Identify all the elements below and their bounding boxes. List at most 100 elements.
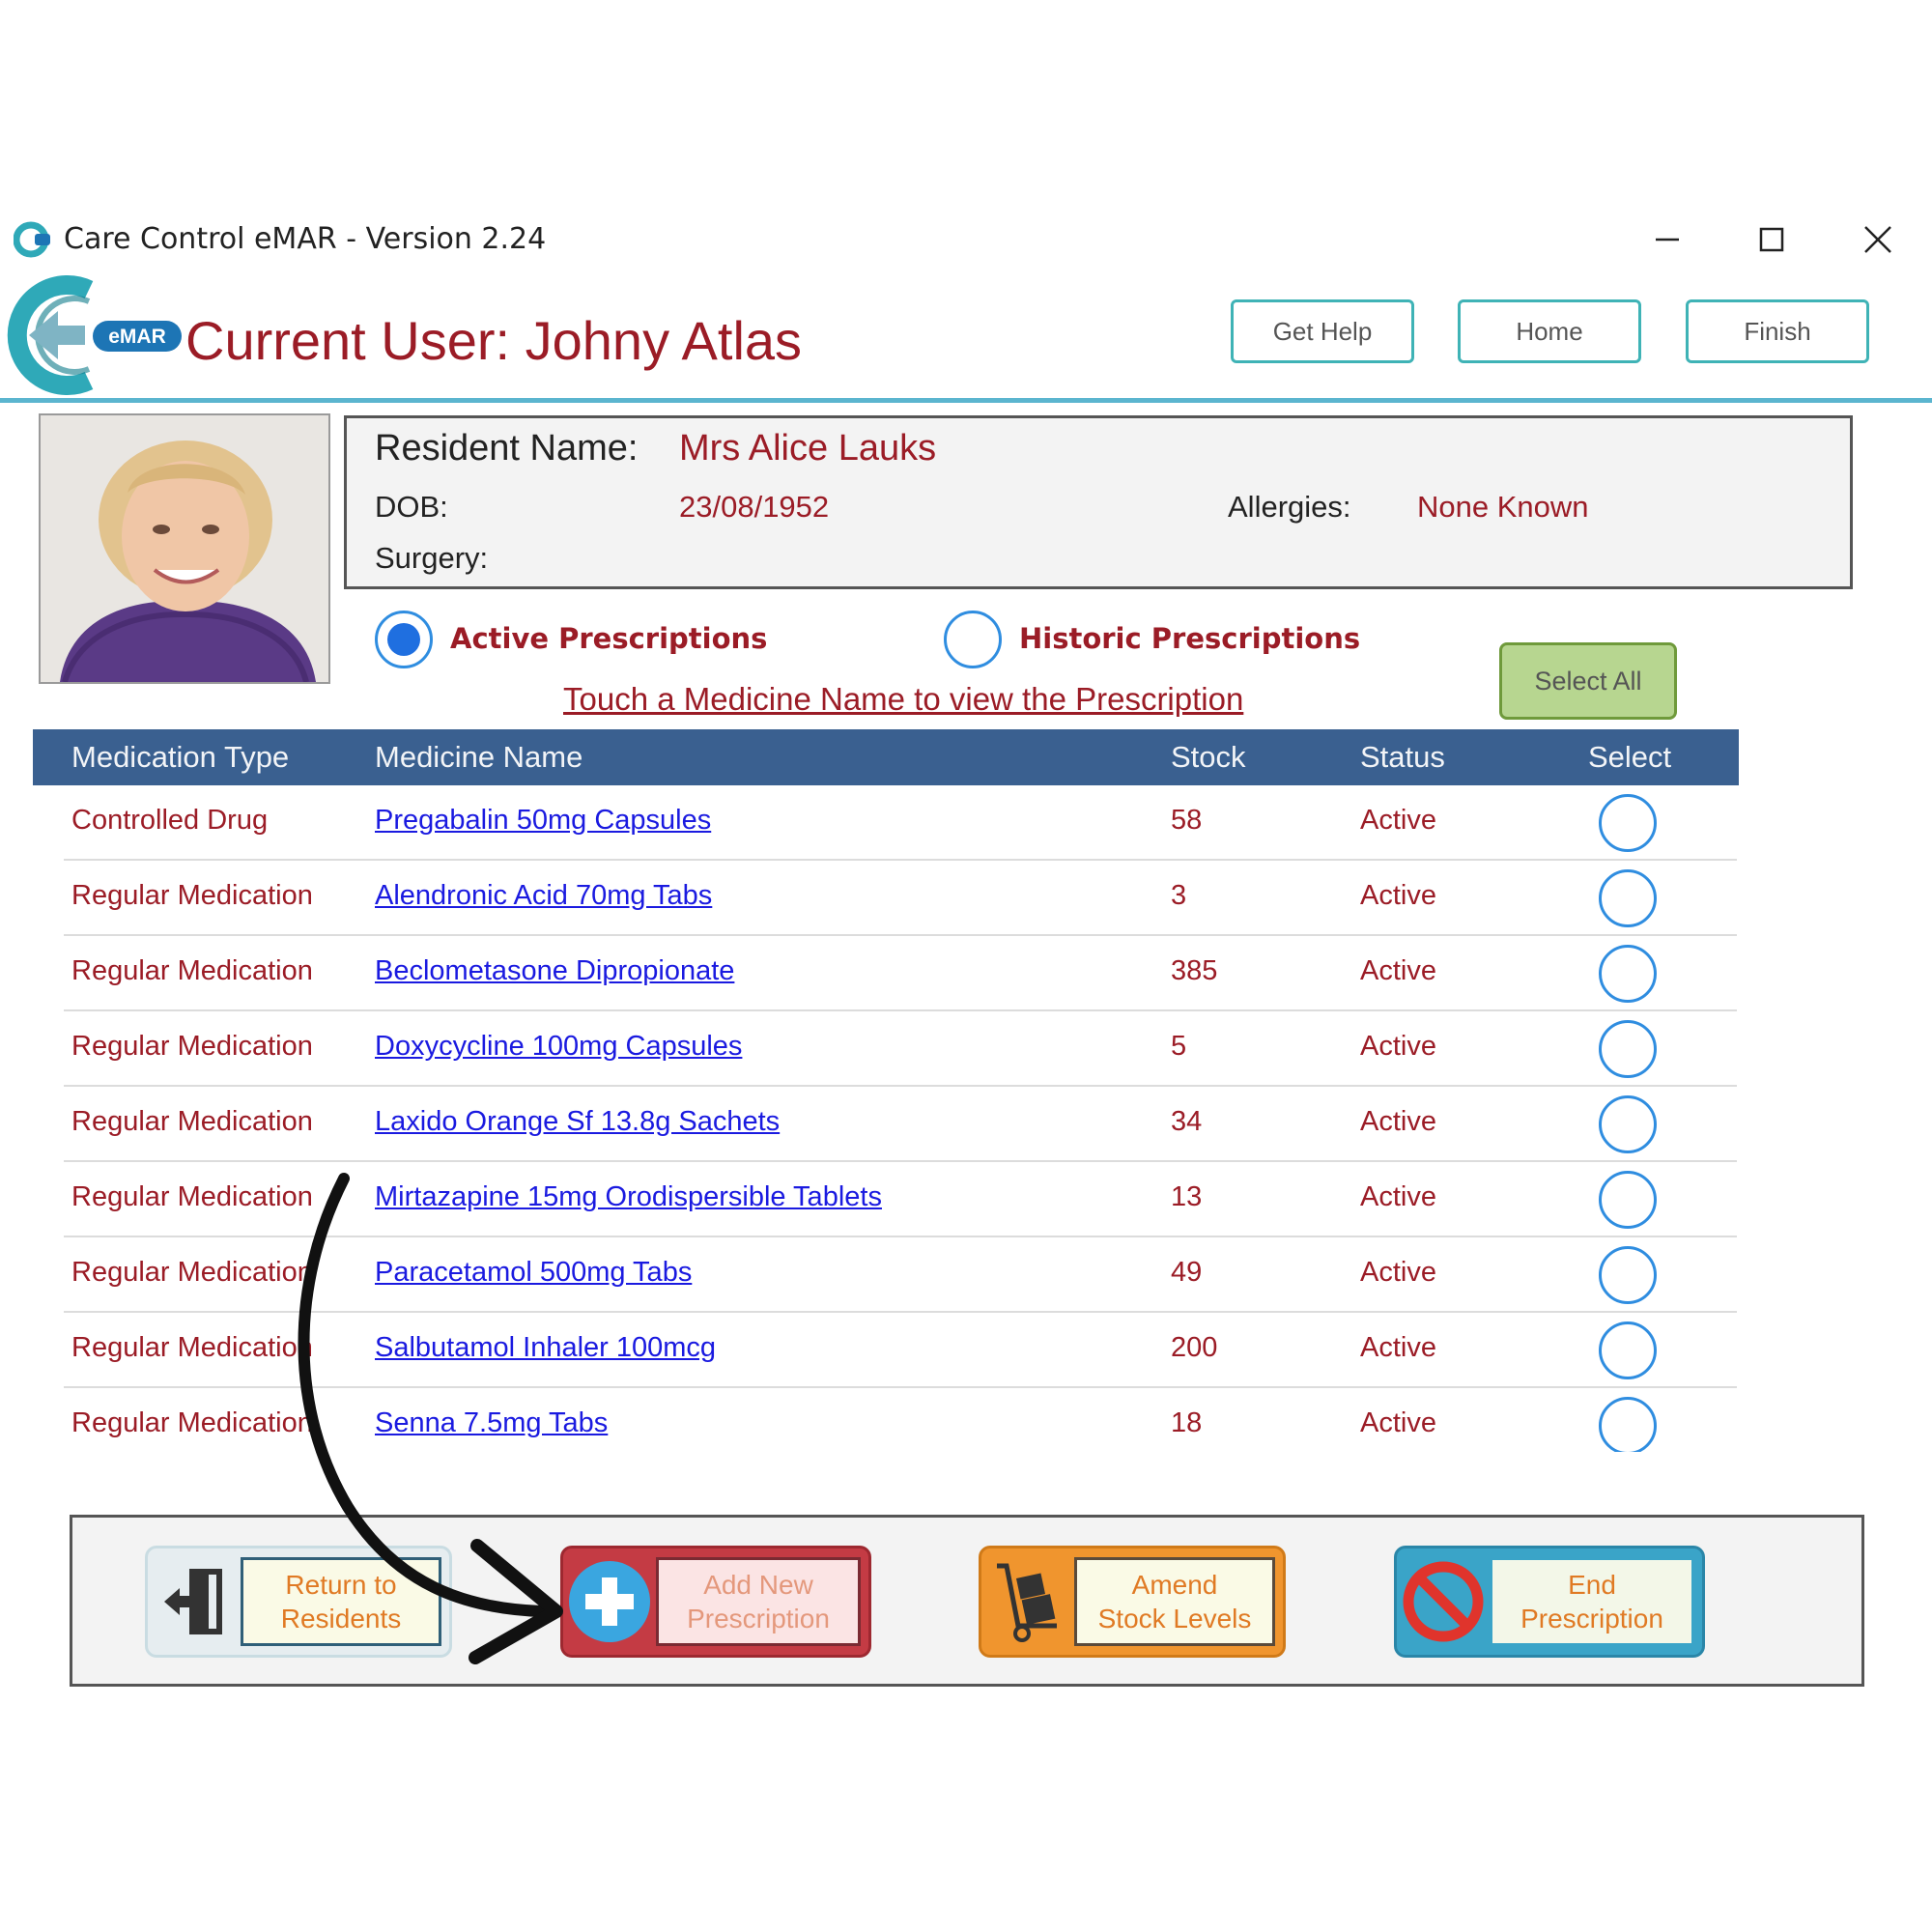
medication-type: Regular Medication (71, 1332, 313, 1363)
logo-badge-text: eMAR (108, 326, 166, 348)
minimize-button[interactable] (1642, 214, 1692, 265)
finish-button[interactable]: Finish (1686, 299, 1869, 363)
status-value: Active (1360, 1257, 1436, 1288)
column-header-name: Medicine Name (375, 740, 583, 774)
table-row: Regular Medication Salbutamol Inhaler 10… (64, 1313, 1737, 1388)
plus-circle-icon (563, 1548, 656, 1655)
row-select-radio[interactable] (1599, 1095, 1657, 1153)
stock-value: 13 (1171, 1181, 1203, 1212)
window-title: Care Control eMAR - Version 2.24 (64, 222, 547, 256)
return-button-label: Return to Residents (241, 1557, 441, 1646)
medication-type: Regular Medication (71, 1181, 313, 1212)
header-divider (0, 398, 1932, 403)
medicine-name-link[interactable]: Laxido Orange Sf 13.8g Sachets (375, 1104, 780, 1139)
row-select-radio[interactable] (1599, 945, 1657, 1003)
medicine-name-link[interactable]: Doxycycline 100mg Capsules (375, 1029, 742, 1064)
column-header-select: Select (1588, 740, 1672, 774)
status-value: Active (1360, 1407, 1436, 1438)
resident-photo (39, 413, 330, 684)
end-button-label: End Prescription (1490, 1557, 1694, 1646)
emar-logo: eMAR (7, 275, 182, 395)
stock-value: 385 (1171, 955, 1218, 986)
select-all-button[interactable]: Select All (1499, 642, 1677, 720)
status-value: Active (1360, 1031, 1436, 1062)
table-row: Regular Medication Alendronic Acid 70mg … (64, 861, 1737, 936)
amend-stock-levels-button[interactable]: Amend Stock Levels (979, 1546, 1286, 1658)
medication-type: Controlled Drug (71, 805, 269, 836)
table-header: Medication Type Medicine Name Stock Stat… (33, 729, 1739, 785)
row-select-radio[interactable] (1599, 1020, 1657, 1078)
allergies-value: None Known (1417, 490, 1589, 524)
active-prescriptions-label[interactable]: Active Prescriptions (450, 622, 767, 655)
status-value: Active (1360, 805, 1436, 836)
add-button-label: Add New Prescription (656, 1557, 861, 1646)
column-header-stock: Stock (1171, 740, 1246, 774)
medicine-name-link[interactable]: Mirtazapine 15mg Orodispersible Tablets (375, 1179, 882, 1214)
close-button[interactable] (1853, 214, 1903, 265)
medication-type: Regular Medication (71, 955, 313, 986)
historic-prescriptions-radio[interactable] (944, 611, 1002, 668)
amend-button-label: Amend Stock Levels (1074, 1557, 1275, 1646)
get-help-button[interactable]: Get Help (1231, 299, 1414, 363)
row-select-radio[interactable] (1599, 1246, 1657, 1304)
status-value: Active (1360, 880, 1436, 911)
medicine-name-link[interactable]: Beclometasone Dipropionate (375, 953, 734, 988)
current-user-label: Current User: Johny Atlas (185, 310, 803, 371)
close-icon (1864, 226, 1891, 253)
table-row: Regular Medication Paracetamol 500mg Tab… (64, 1237, 1737, 1313)
medication-type: Regular Medication (71, 1257, 313, 1288)
medicine-name-link[interactable]: Alendronic Acid 70mg Tabs (375, 878, 712, 913)
dob-label: DOB: (375, 490, 448, 524)
stock-value: 200 (1171, 1332, 1218, 1363)
table-row: Regular Medication Doxycycline 100mg Cap… (64, 1011, 1737, 1087)
stock-value: 18 (1171, 1407, 1203, 1438)
hand-truck-icon (981, 1548, 1074, 1655)
resident-name: Mrs Alice Lauks (679, 428, 937, 469)
end-prescription-button[interactable]: End Prescription (1394, 1546, 1705, 1658)
row-select-radio[interactable] (1599, 1171, 1657, 1229)
no-entry-icon (1397, 1548, 1490, 1655)
allergies-label: Allergies: (1228, 490, 1351, 524)
stock-value: 34 (1171, 1106, 1203, 1137)
resident-name-label: Resident Name: (375, 428, 639, 469)
add-new-prescription-button[interactable]: Add New Prescription (560, 1546, 871, 1658)
medication-type: Regular Medication (71, 1106, 313, 1137)
row-select-radio[interactable] (1599, 869, 1657, 927)
radio-selected-dot (387, 623, 420, 656)
touch-medicine-hint: Touch a Medicine Name to view the Prescr… (563, 681, 1244, 717)
maximize-icon (1759, 227, 1784, 252)
medication-type: Regular Medication (71, 1407, 313, 1438)
return-label-line2: Residents (280, 1604, 402, 1634)
stock-value: 49 (1171, 1257, 1203, 1288)
table-row: Regular Medication Senna 7.5mg Tabs 18 A… (64, 1388, 1735, 1452)
table-row: Regular Medication Mirtazapine 15mg Orod… (64, 1162, 1737, 1237)
end-label-line2: Prescription (1520, 1604, 1663, 1634)
medicine-name-link[interactable]: Salbutamol Inhaler 100mcg (375, 1330, 716, 1365)
return-to-residents-button[interactable]: Return to Residents (145, 1546, 452, 1658)
minimize-icon (1656, 238, 1679, 242)
stock-value: 58 (1171, 805, 1203, 836)
amend-label-line2: Stock Levels (1097, 1604, 1252, 1634)
status-value: Active (1360, 955, 1436, 986)
status-value: Active (1360, 1332, 1436, 1363)
add-label-line2: Prescription (687, 1604, 830, 1634)
app-icon (14, 221, 50, 258)
historic-prescriptions-label[interactable]: Historic Prescriptions (1019, 622, 1360, 655)
row-select-radio[interactable] (1599, 1397, 1657, 1452)
surgery-label: Surgery: (375, 541, 489, 575)
resident-info-panel: Resident Name: Mrs Alice Lauks DOB: 23/0… (344, 415, 1853, 589)
medicine-name-link[interactable]: Senna 7.5mg Tabs (375, 1406, 608, 1440)
end-label-line1: End (1568, 1570, 1616, 1600)
home-button[interactable]: Home (1458, 299, 1641, 363)
medicine-name-link[interactable]: Pregabalin 50mg Capsules (375, 803, 711, 838)
active-prescriptions-radio[interactable] (375, 611, 433, 668)
maximize-button[interactable] (1747, 214, 1797, 265)
stock-value: 5 (1171, 1031, 1187, 1062)
medicine-name-link[interactable]: Paracetamol 500mg Tabs (375, 1255, 692, 1290)
exit-door-icon (148, 1548, 241, 1655)
column-header-type: Medication Type (71, 740, 290, 774)
stock-value: 3 (1171, 880, 1187, 911)
row-select-radio[interactable] (1599, 794, 1657, 852)
row-select-radio[interactable] (1599, 1321, 1657, 1379)
column-header-status: Status (1360, 740, 1445, 774)
